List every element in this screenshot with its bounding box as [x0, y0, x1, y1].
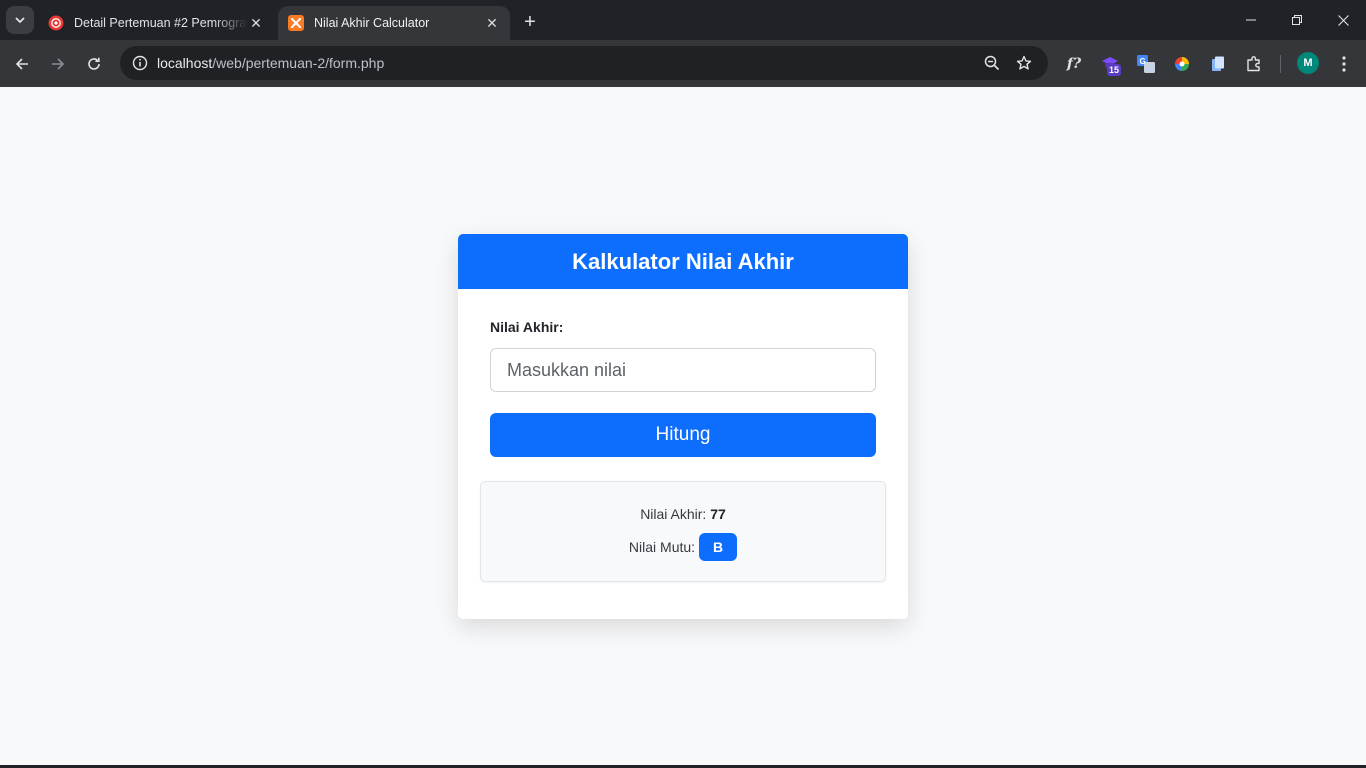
hitung-button[interactable]: Hitung	[490, 413, 876, 457]
restore-button[interactable]	[1274, 0, 1320, 40]
info-icon	[132, 55, 148, 71]
reload-button[interactable]	[80, 50, 108, 78]
forward-button[interactable]	[44, 50, 72, 78]
color-wheel-icon	[1175, 57, 1189, 71]
bookmark-button[interactable]	[1012, 51, 1036, 75]
url-host: localhost	[157, 55, 213, 71]
browser-toolbar: localhost/web/pertemuan-2/form.php f? 15…	[0, 40, 1366, 87]
puzzle-icon	[1247, 56, 1260, 72]
kebab-menu-icon	[1342, 56, 1346, 72]
minimize-button[interactable]	[1228, 0, 1274, 40]
restore-icon	[1292, 15, 1302, 25]
tab-title: Detail Pertemuan #2 Pemrograman Web	[74, 16, 248, 30]
browser-tab-strip: Detail Pertemuan #2 Pemrograman Web ✕ Ni…	[0, 0, 1366, 40]
close-icon	[1337, 14, 1349, 26]
calculator-form: Nilai Akhir: Hitung	[458, 289, 908, 457]
docs-extension-button[interactable]	[1206, 52, 1230, 76]
nilai-mutu-result: Nilai Mutu: B	[481, 533, 885, 561]
site-info-button[interactable]	[128, 51, 152, 75]
close-tab-icon[interactable]: ✕	[248, 15, 264, 31]
back-button[interactable]	[8, 50, 36, 78]
colorful-extension-button[interactable]	[1170, 52, 1194, 76]
graduation-extension-button[interactable]: 15	[1099, 52, 1123, 76]
translate-icon: G	[1137, 55, 1155, 73]
address-bar[interactable]: localhost/web/pertemuan-2/form.php	[120, 46, 1048, 80]
nilai-input[interactable]	[490, 348, 876, 392]
formula-extension-icon: f?	[1066, 56, 1082, 72]
document-copy-icon	[1212, 56, 1224, 71]
extension-badge: 15	[1107, 64, 1122, 76]
minimize-icon	[1246, 19, 1256, 21]
arrow-right-icon	[52, 58, 65, 70]
nilai-akhir-label: Nilai Akhir:	[490, 319, 564, 335]
card-title: Kalkulator Nilai Akhir	[458, 234, 908, 289]
chevron-down-icon	[15, 17, 25, 24]
nilai-akhir-result-value: 77	[710, 506, 726, 522]
xampp-favicon-icon	[288, 15, 304, 31]
nilai-mutu-badge: B	[699, 533, 738, 561]
url-path: /web/pertemuan-2/form.php	[212, 55, 385, 71]
tab-nilai-akhir-calculator[interactable]: Nilai Akhir Calculator ✕	[278, 6, 510, 40]
formula-extension-button[interactable]: f?	[1062, 52, 1086, 76]
nilai-mutu-label: Nilai Mutu:	[628, 539, 696, 555]
zoom-out-icon	[984, 55, 1000, 71]
new-tab-button[interactable]: +	[518, 10, 542, 34]
red-circle-favicon-icon	[48, 15, 64, 31]
star-icon	[1016, 55, 1032, 70]
tab-detail-pertemuan[interactable]: Detail Pertemuan #2 Pemrograman Web ✕	[38, 6, 274, 40]
calculator-card: Kalkulator Nilai Akhir Nilai Akhir: Hitu…	[458, 234, 908, 619]
reload-icon	[88, 57, 100, 70]
zoom-button[interactable]	[980, 51, 1004, 75]
nilai-akhir-result: Nilai Akhir: 77	[481, 506, 885, 522]
close-window-button[interactable]	[1320, 0, 1366, 40]
url-text: localhost/web/pertemuan-2/form.php	[157, 55, 384, 71]
nilai-akhir-result-label: Nilai Akhir:	[640, 506, 707, 522]
page-content: Kalkulator Nilai Akhir Nilai Akhir: Hitu…	[0, 87, 1366, 765]
profile-avatar[interactable]: M	[1297, 52, 1319, 74]
result-panel: Nilai Akhir: 77 Nilai Mutu: B	[480, 481, 886, 582]
tab-search-button[interactable]	[6, 6, 34, 34]
extensions-menu-button[interactable]	[1242, 52, 1266, 76]
toolbar-separator	[1280, 55, 1281, 73]
svg-text:G: G	[1140, 57, 1146, 66]
arrow-left-icon	[15, 58, 28, 70]
close-tab-icon[interactable]: ✕	[484, 15, 500, 31]
translate-extension-button[interactable]: G	[1134, 52, 1158, 76]
tab-title: Nilai Akhir Calculator	[314, 16, 430, 30]
browser-menu-button[interactable]	[1332, 52, 1356, 76]
